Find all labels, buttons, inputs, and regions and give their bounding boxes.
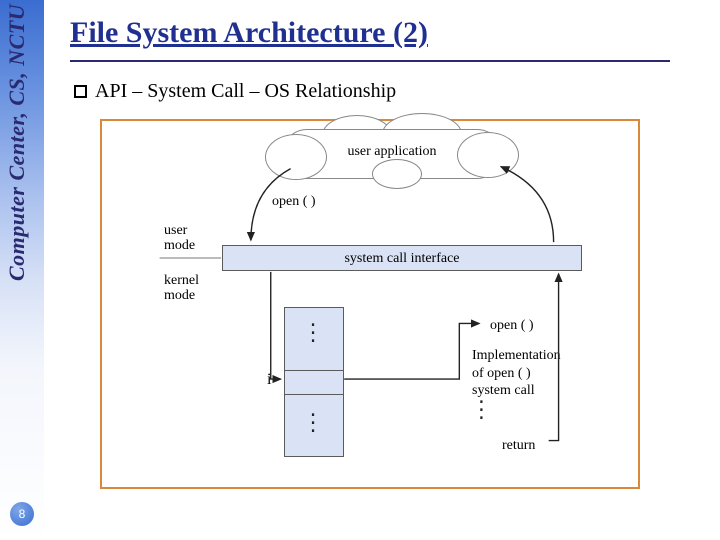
bullet-icon bbox=[74, 85, 87, 98]
slide-title: File System Architecture (2) bbox=[70, 16, 700, 50]
content-area: File System Architecture (2) API – Syste… bbox=[70, 10, 700, 489]
org-label: Computer Center, CS, NCTU bbox=[4, 4, 40, 324]
architecture-figure: user application open ( ) user mode kern… bbox=[100, 119, 640, 489]
page-number-badge: 8 bbox=[10, 502, 34, 526]
bullet-text: API – System Call – OS Relationship bbox=[95, 80, 396, 103]
bullet-line: API – System Call – OS Relationship bbox=[74, 80, 700, 103]
arrows-svg bbox=[102, 121, 638, 488]
title-rule bbox=[70, 60, 670, 62]
sidebar: Computer Center, CS, NCTU 8 bbox=[0, 0, 44, 540]
slide: Computer Center, CS, NCTU 8 File System … bbox=[0, 0, 720, 540]
